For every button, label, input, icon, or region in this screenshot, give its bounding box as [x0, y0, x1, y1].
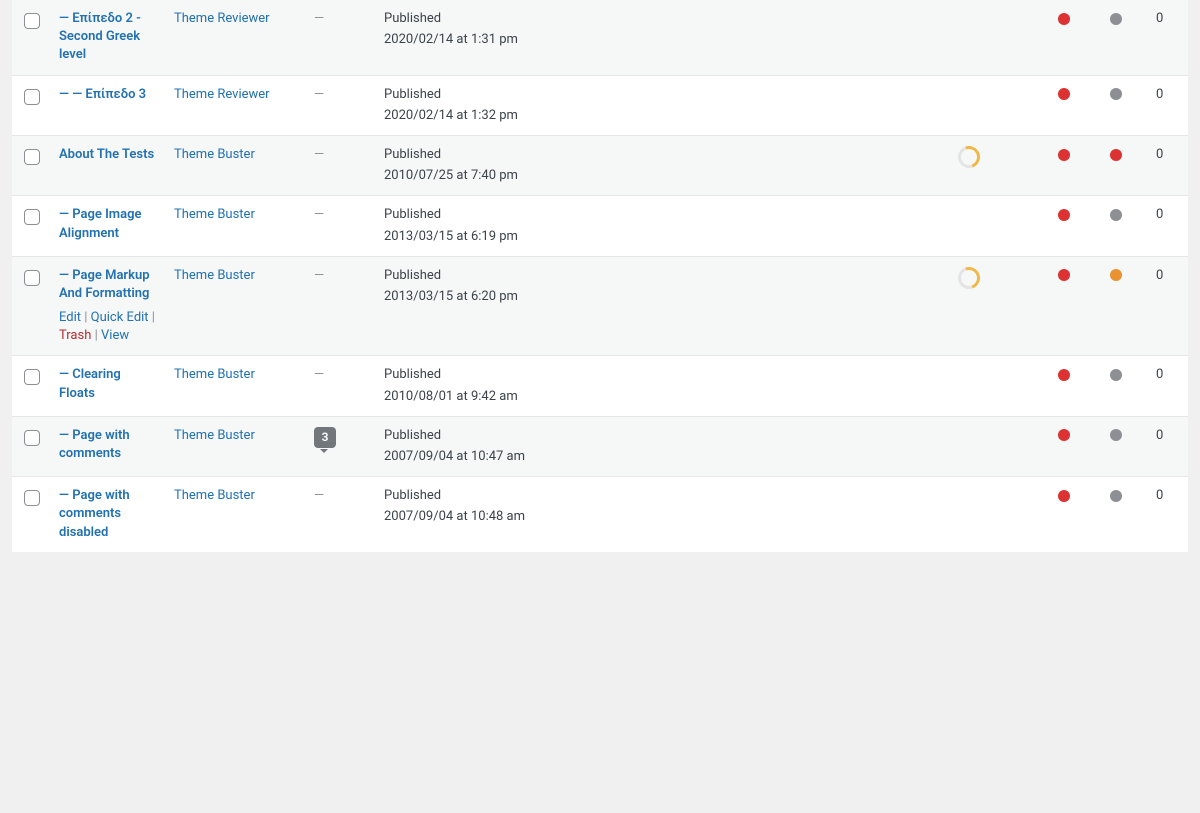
comments-dash: —: [314, 147, 324, 162]
readability-dot-icon: [1110, 429, 1122, 441]
publish-status: Published: [384, 206, 942, 224]
readability-dot-icon: [1110, 13, 1122, 25]
trash-link[interactable]: Trash: [59, 328, 91, 343]
comments-dash: —: [314, 367, 324, 382]
author-link[interactable]: Theme Buster: [174, 488, 255, 503]
comments-dash: —: [314, 488, 324, 503]
author-link[interactable]: Theme Buster: [174, 367, 255, 382]
select-row-checkbox[interactable]: [24, 369, 40, 385]
author-link[interactable]: Theme Buster: [174, 268, 255, 283]
page-title-link[interactable]: — Clearing Floats: [59, 367, 121, 400]
readability-dot-icon: [1110, 369, 1122, 381]
seo-dot-icon: [1058, 269, 1070, 281]
seo-dot-icon: [1058, 369, 1070, 381]
comments-dash: —: [314, 87, 324, 102]
publish-status: Published: [384, 10, 942, 28]
table-row: — Επίπεδο 2 - Second Greek level Theme R…: [12, 0, 1188, 75]
view-link[interactable]: View: [101, 328, 129, 343]
links-count: 0: [1148, 256, 1188, 356]
readability-ring-icon: [954, 142, 983, 171]
links-count: 0: [1148, 477, 1188, 552]
select-row-checkbox[interactable]: [24, 209, 40, 225]
seo-dot-icon: [1058, 490, 1070, 502]
publish-datetime: 2007/09/04 at 10:48 am: [384, 508, 942, 526]
publish-status: Published: [384, 487, 942, 505]
action-separator: |: [152, 310, 155, 325]
page-title-link[interactable]: About The Tests: [59, 147, 154, 162]
publish-datetime: 2020/02/14 at 1:31 pm: [384, 31, 942, 49]
publish-datetime: 2010/08/01 at 9:42 am: [384, 388, 942, 406]
links-count: 0: [1148, 416, 1188, 476]
select-row-checkbox[interactable]: [24, 13, 40, 29]
publish-datetime: 2020/02/14 at 1:32 pm: [384, 107, 942, 125]
pages-table: — Επίπεδο 2 - Second Greek level Theme R…: [12, 0, 1188, 552]
publish-status: Published: [384, 427, 942, 445]
publish-status: Published: [384, 366, 942, 384]
publish-status: Published: [384, 146, 942, 164]
select-row-checkbox[interactable]: [24, 270, 40, 286]
seo-dot-icon: [1058, 13, 1070, 25]
select-row-checkbox[interactable]: [24, 149, 40, 165]
page-title-link[interactable]: — — Επίπεδο 3: [59, 87, 146, 102]
comments-dash: —: [314, 268, 324, 283]
select-row-checkbox[interactable]: [24, 430, 40, 446]
author-link[interactable]: Theme Buster: [174, 147, 255, 162]
page-title-link[interactable]: — Page Markup And Formatting: [59, 268, 150, 301]
comments-dash: —: [314, 11, 324, 26]
seo-dot-icon: [1058, 149, 1070, 161]
publish-datetime: 2007/09/04 at 10:47 am: [384, 448, 942, 466]
table-row: — Page Markup And Formatting Edit | Quic…: [12, 256, 1188, 356]
author-link[interactable]: Theme Reviewer: [174, 87, 270, 102]
author-link[interactable]: Theme Reviewer: [174, 11, 270, 26]
select-row-checkbox[interactable]: [24, 89, 40, 105]
readability-dot-icon: [1110, 149, 1122, 161]
table-row: — Page Image Alignment Theme Buster — Pu…: [12, 196, 1188, 256]
comments-dash: —: [314, 207, 324, 222]
table-row: — Clearing Floats Theme Buster — Publish…: [12, 356, 1188, 416]
links-count: 0: [1148, 196, 1188, 256]
publish-datetime: 2013/03/15 at 6:19 pm: [384, 228, 942, 246]
seo-dot-icon: [1058, 88, 1070, 100]
row-actions: Edit | Quick Edit | Trash | View: [59, 309, 158, 345]
readability-dot-icon: [1110, 490, 1122, 502]
links-count: 0: [1148, 0, 1188, 75]
links-count: 0: [1148, 75, 1188, 135]
table-row: — Page with comments disabled Theme Bust…: [12, 477, 1188, 552]
page-title-link[interactable]: — Page with comments disabled: [59, 488, 130, 539]
author-link[interactable]: Theme Buster: [174, 428, 255, 443]
readability-dot-icon: [1110, 209, 1122, 221]
links-count: 0: [1148, 135, 1188, 195]
comments-bubble[interactable]: 3: [314, 427, 336, 448]
publish-status: Published: [384, 86, 942, 104]
edit-link[interactable]: Edit: [59, 310, 81, 325]
publish-status: Published: [384, 267, 942, 285]
page-title-link[interactable]: — Page with comments: [59, 428, 130, 461]
readability-dot-icon: [1110, 88, 1122, 100]
table-row: — Page with comments Theme Buster 3 Publ…: [12, 416, 1188, 476]
author-link[interactable]: Theme Buster: [174, 207, 255, 222]
publish-datetime: 2013/03/15 at 6:20 pm: [384, 288, 942, 306]
table-row: About The Tests Theme Buster — Published…: [12, 135, 1188, 195]
readability-dot-icon: [1110, 269, 1122, 281]
links-count: 0: [1148, 356, 1188, 416]
select-row-checkbox[interactable]: [24, 490, 40, 506]
publish-datetime: 2010/07/25 at 7:40 pm: [384, 167, 942, 185]
quick-edit-link[interactable]: Quick Edit: [91, 310, 149, 325]
seo-dot-icon: [1058, 209, 1070, 221]
page-title-link[interactable]: — Επίπεδο 2 - Second Greek level: [59, 11, 141, 62]
page-title-link[interactable]: — Page Image Alignment: [59, 207, 141, 240]
table-row: — — Επίπεδο 3 Theme Reviewer — Published…: [12, 75, 1188, 135]
readability-ring-icon: [954, 263, 983, 292]
seo-dot-icon: [1058, 429, 1070, 441]
